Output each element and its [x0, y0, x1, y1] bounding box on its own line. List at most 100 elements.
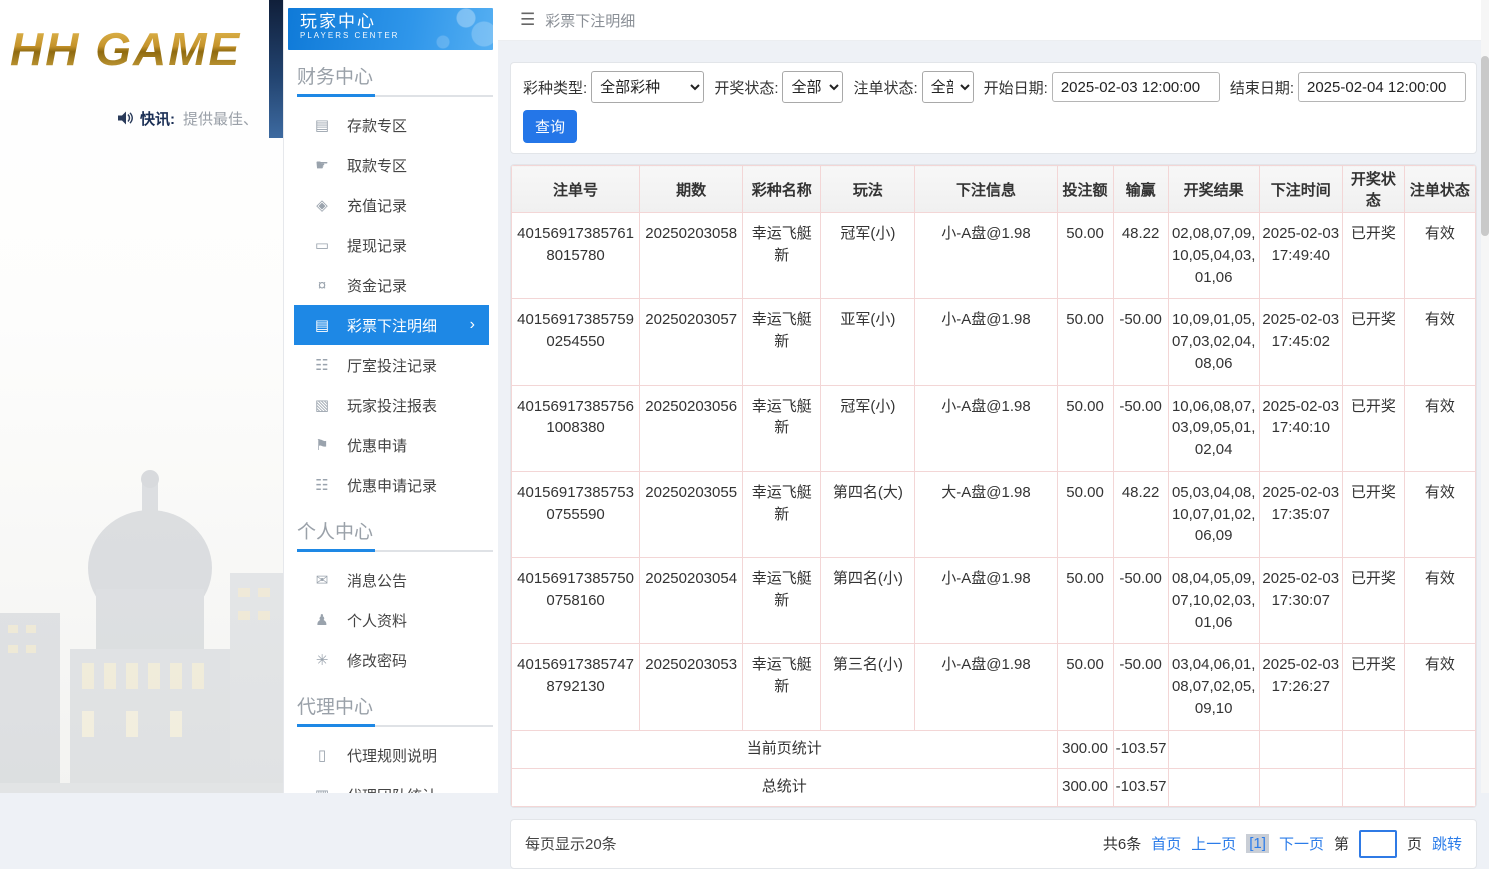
sidebar-item-label: 个人资料 — [347, 612, 408, 630]
speaker-icon — [118, 111, 133, 125]
cell-draw-status: 已开奖 — [1341, 298, 1405, 386]
bet-status-label: 注单状态: — [853, 79, 918, 97]
cell-bet-status: 有效 — [1403, 643, 1476, 731]
cell-win-loss: 48.22 — [1112, 211, 1169, 300]
filter-panel: 彩种类型: 全部彩种 开奖状态: 全部 注单状态: 全部 开始日期: 结束日期:… — [510, 62, 1477, 154]
ticker-label: 快讯: — [140, 110, 175, 128]
cell-order-no: 401569173857478792130 — [511, 643, 641, 731]
cell-bet-info: 小-A盘@1.98 — [914, 643, 1058, 731]
jump-suffix-text: 页 — [1406, 836, 1422, 853]
total-count-text: 共6条 — [1102, 836, 1142, 853]
sidebar-item-promo-apply-record[interactable]: ☷ 优惠申请记录 — [283, 465, 498, 505]
brand-logo: HH GAME — [10, 23, 242, 75]
jump-button[interactable]: 跳转 — [1432, 833, 1462, 854]
cell-draw-status: 已开奖 — [1341, 556, 1405, 645]
funds-icon: ¤ — [317, 276, 327, 294]
cell-bet-status: 有效 — [1403, 298, 1476, 386]
cell-lottery-name: 幸运飞艇新 — [742, 556, 822, 645]
cell-draw-result: 03,04,06,01,08,07,02,05,09,10 — [1167, 643, 1260, 731]
bank-card-icon: ▤ — [314, 117, 330, 134]
table-row: 401569173857561008380 20250203056 幸运飞艇新 冠军(… — [511, 384, 1476, 472]
sidebar: 玩家中心 PLAYERS CENTER 财务中心 ▤ 存款专区 ☛ 取款专区 ◈ 充值记录 ▭… — [283, 0, 498, 793]
cell-bet-amount: 50.00 — [1056, 556, 1114, 645]
person-icon: ♟ — [315, 612, 329, 629]
sidebar-item-player-bet-report[interactable]: ▧ 玩家投注报表 — [283, 385, 498, 425]
end-date-input[interactable] — [1298, 72, 1466, 102]
cell-bet-status: 有效 — [1403, 211, 1476, 300]
sidebar-item-label: 充值记录 — [347, 197, 408, 215]
sidebar-item-message-announcement[interactable]: ✉ 消息公告 — [283, 560, 498, 600]
players-center-subtitle: PLAYERS CENTER — [300, 31, 400, 40]
sidebar-item-label: 提现记录 — [347, 237, 408, 255]
cell-lottery-name: 幸运飞艇新 — [742, 211, 822, 300]
cell-bet-info: 大-A盘@1.98 — [914, 470, 1058, 559]
bet-detail-table-card: 注单号 期数 彩种名称 玩法 下注信息 投注额 输赢 开奖结果 下注时间 开奖状… — [510, 164, 1477, 808]
sidebar-item-agent-team-stats[interactable]: ▥ 代理团队统计 — [283, 775, 498, 793]
sidebar-item-deposit-zone[interactable]: ▤ 存款专区 — [283, 105, 498, 145]
sidebar-item-lottery-bet-detail[interactable]: ▤ 彩票下注明细 › — [294, 305, 489, 345]
col-bet-info: 下注信息 — [914, 165, 1058, 213]
sidebar-item-funds-record[interactable]: ¤ 资金记录 — [283, 265, 498, 305]
scrollbar-thumb[interactable] — [1481, 56, 1489, 236]
cell-order-no: 401569173857590254550 — [511, 298, 641, 386]
cell-bet-time: 2025-02-03 17:49:40 — [1258, 211, 1343, 300]
news-ticker: 快讯: 提供最佳、 — [0, 100, 283, 136]
cell-play-type: 亚军(小) — [820, 298, 916, 386]
sidebar-section-title: 财务中心 — [297, 67, 374, 88]
first-page-link[interactable]: 首页 — [1151, 833, 1181, 854]
record-list-icon: ☷ — [315, 357, 329, 374]
banner-edge-strip — [269, 0, 283, 138]
total-summary-winloss: -103.57 — [1112, 767, 1169, 807]
search-button[interactable]: 查询 — [523, 110, 577, 143]
cell-lottery-name: 幸运飞艇新 — [742, 470, 822, 559]
col-lottery-name: 彩种名称 — [742, 165, 822, 213]
bet-status-select[interactable]: 全部 — [921, 71, 974, 103]
cell-period: 20250203054 — [639, 556, 744, 645]
sidebar-item-hall-bet-record[interactable]: ☷ 厅室投注记录 — [283, 345, 498, 385]
sidebar-item-recharge-record[interactable]: ◈ 充值记录 — [283, 185, 498, 225]
lottery-type-select[interactable]: 全部彩种 — [591, 71, 705, 103]
menu-toggle-icon[interactable]: ☰ — [520, 10, 535, 30]
sidebar-item-withdraw-record[interactable]: ▭ 提现记录 — [283, 225, 498, 265]
prev-page-link[interactable]: 上一页 — [1191, 833, 1236, 854]
col-draw-status: 开奖状态 — [1341, 165, 1405, 213]
table-row: 401569173857530755590 20250203055 幸运飞艇新 第四名… — [511, 470, 1476, 559]
cell-bet-time: 2025-02-03 17:26:27 — [1258, 643, 1343, 731]
cell-bet-amount: 50.00 — [1056, 211, 1114, 300]
end-date-label: 结束日期: — [1229, 79, 1294, 97]
chevron-right-icon: › — [469, 316, 475, 333]
sidebar-item-withdraw-zone[interactable]: ☛ 取款专区 — [283, 145, 498, 185]
jump-page-input[interactable] — [1358, 829, 1397, 858]
players-center-header: 玩家中心 PLAYERS CENTER — [288, 8, 493, 50]
sidebar-item-promo-apply[interactable]: ⚑ 优惠申请 — [283, 425, 498, 465]
cell-bet-time: 2025-02-03 17:45:02 — [1258, 298, 1343, 386]
sidebar-item-agent-rules[interactable]: ▯ 代理规则说明 — [283, 735, 498, 775]
jump-prefix-text: 第 — [1333, 836, 1349, 853]
cell-draw-status: 已开奖 — [1341, 643, 1405, 731]
hand-money-icon: ☛ — [315, 157, 329, 174]
sidebar-item-change-password[interactable]: ✳ 修改密码 — [283, 640, 498, 680]
total-summary-row: 总统计 300.00 -103.57 — [511, 767, 1476, 807]
start-date-input[interactable] — [1051, 72, 1220, 102]
col-play-type: 玩法 — [820, 165, 916, 213]
cell-draw-result: 02,08,07,09,10,05,04,03,01,06 — [1167, 211, 1260, 300]
next-page-link[interactable]: 下一页 — [1279, 833, 1324, 854]
bell-icon: ✉ — [315, 572, 329, 589]
cell-bet-time: 2025-02-03 17:30:07 — [1258, 556, 1343, 645]
cell-draw-result: 10,06,08,07,03,09,05,01,02,04 — [1167, 384, 1260, 472]
vertical-scrollbar — [1481, 0, 1489, 793]
wallet-icon: ▭ — [314, 237, 330, 254]
cell-draw-result: 08,04,05,09,07,10,02,03,01,06 — [1167, 556, 1260, 645]
sidebar-section-title: 代理中心 — [297, 697, 374, 718]
section-underline — [297, 94, 493, 97]
sidebar-item-label: 资金记录 — [347, 277, 408, 295]
promo-flag-icon: ⚑ — [315, 437, 329, 454]
cell-period: 20250203053 — [639, 643, 744, 731]
sidebar-item-label: 厅室投注记录 — [347, 357, 438, 375]
draw-status-select[interactable]: 全部 — [782, 71, 844, 103]
sidebar-item-personal-profile[interactable]: ♟ 个人资料 — [283, 600, 498, 640]
cell-win-loss: -50.00 — [1112, 298, 1169, 386]
start-date-label: 开始日期: — [983, 79, 1048, 97]
cell-bet-info: 小-A盘@1.98 — [914, 211, 1058, 300]
cell-lottery-name: 幸运飞艇新 — [742, 384, 822, 472]
